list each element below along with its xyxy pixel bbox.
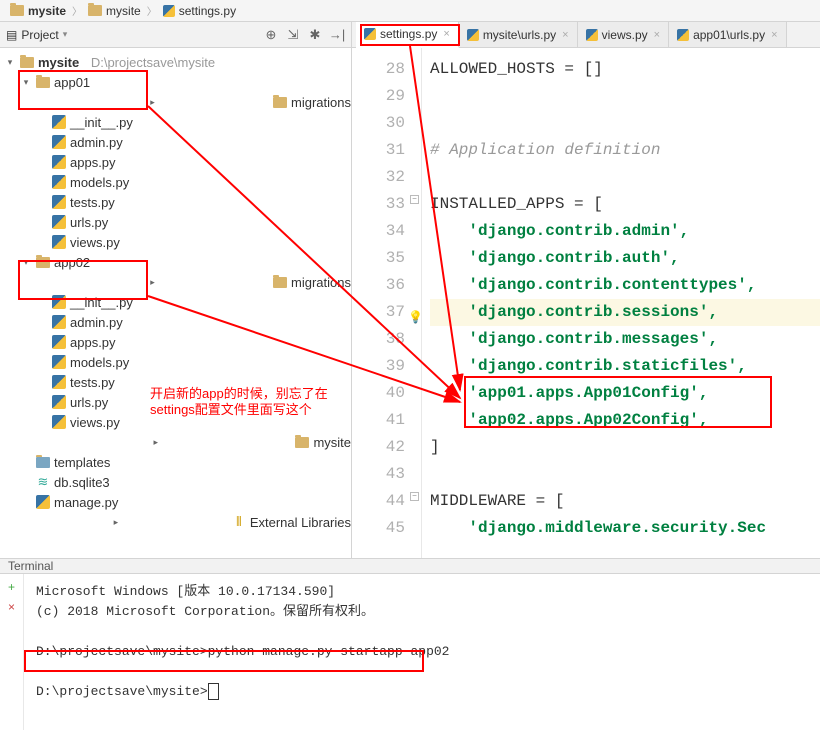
tree-file[interactable]: urls.py	[0, 212, 351, 232]
tree-file[interactable]: tests.py	[0, 372, 351, 392]
tree-file[interactable]: urls.py	[0, 392, 351, 412]
close-icon[interactable]: ×	[443, 28, 449, 40]
tab-app01-urls[interactable]: app01\urls.py×	[669, 22, 786, 47]
code-editor[interactable]: 282930313233343536373839404142434445 − −…	[352, 48, 820, 558]
tree-file[interactable]: apps.py	[0, 152, 351, 172]
python-icon	[586, 29, 598, 41]
terminal-line: (c) 2018 Microsoft Corporation。保留所有权利。	[36, 604, 374, 619]
editor-tabs: settings.py× mysite\urls.py× views.py× a…	[352, 22, 820, 48]
database-icon: ≋	[36, 475, 50, 489]
tree-migrations[interactable]: migrations	[0, 272, 351, 292]
breadcrumb: mysite mysite settings.py	[0, 0, 820, 22]
terminal-prompt: D:\projectsave\mysite>	[36, 684, 208, 699]
close-icon[interactable]: ×	[8, 600, 15, 614]
scroll-from-source-icon[interactable]: ⊕	[263, 27, 279, 43]
close-icon[interactable]: ×	[562, 29, 568, 41]
terminal-content[interactable]: Microsoft Windows [版本 10.0.17134.590] (c…	[24, 574, 820, 730]
breadcrumb-folder[interactable]: mysite	[84, 4, 145, 18]
tree-root-path: D:\projectsave\mysite	[91, 55, 215, 70]
tree-root[interactable]: mysite	[38, 55, 79, 70]
tree-file[interactable]: apps.py	[0, 332, 351, 352]
tree-db[interactable]: ≋db.sqlite3	[0, 472, 351, 492]
tree-file[interactable]: models.py	[0, 352, 351, 372]
tree-manage[interactable]: manage.py	[0, 492, 351, 512]
tree-file[interactable]: views.py	[0, 232, 351, 252]
fold-icon[interactable]: −	[410, 492, 419, 501]
python-icon	[677, 29, 689, 41]
terminal-line: Microsoft Windows [版本 10.0.17134.590]	[36, 584, 335, 599]
tree-file[interactable]: tests.py	[0, 192, 351, 212]
tree-mysite-pkg[interactable]: mysite	[0, 432, 351, 452]
tree-app01[interactable]: app01	[0, 72, 351, 92]
python-icon	[364, 28, 376, 40]
folder-icon	[20, 57, 34, 68]
terminal-header[interactable]: Terminal	[0, 559, 820, 574]
terminal-command: D:\projectsave\mysite>python manage.py s…	[36, 644, 449, 659]
breadcrumb-file[interactable]: settings.py	[159, 4, 240, 18]
breadcrumb-root[interactable]: mysite	[6, 4, 70, 18]
code-area[interactable]: ALLOWED_HOSTS = [] # Application definit…	[422, 48, 820, 558]
bulb-icon[interactable]: 💡	[408, 305, 423, 332]
tree-file[interactable]: __init__.py	[0, 112, 351, 132]
project-panel: ▤ Project ▾ ⊕ ⇲ ✱ →| mysite D:\projectsa…	[0, 22, 352, 558]
line-gutter: 282930313233343536373839404142434445 − −	[352, 48, 422, 558]
library-icon: ⫴	[232, 515, 246, 529]
terminal-panel: Terminal + × Microsoft Windows [版本 10.0.…	[0, 558, 820, 724]
tab-settings[interactable]: settings.py×	[356, 22, 459, 48]
tree-file[interactable]: models.py	[0, 172, 351, 192]
folder-icon	[10, 5, 24, 16]
plus-icon[interactable]: +	[8, 580, 15, 594]
project-header: ▤ Project ▾ ⊕ ⇲ ✱ →|	[0, 22, 351, 48]
tab-views[interactable]: views.py×	[578, 22, 669, 47]
project-tree[interactable]: mysite D:\projectsave\mysite app01 migra…	[0, 48, 351, 558]
python-icon	[467, 29, 479, 41]
editor-panel: settings.py× mysite\urls.py× views.py× a…	[352, 22, 820, 558]
close-icon[interactable]: ×	[771, 29, 777, 41]
hide-icon[interactable]: →|	[329, 27, 345, 43]
project-icon: ▤	[6, 28, 17, 42]
python-icon	[163, 5, 175, 17]
folder-icon	[88, 5, 102, 16]
fold-icon[interactable]: −	[410, 195, 419, 204]
collapse-all-icon[interactable]: ⇲	[285, 27, 301, 43]
tree-migrations[interactable]: migrations	[0, 92, 351, 112]
project-title: Project	[21, 28, 58, 42]
tree-file[interactable]: admin.py	[0, 312, 351, 332]
close-icon[interactable]: ×	[654, 29, 660, 41]
tree-file[interactable]: admin.py	[0, 132, 351, 152]
tree-file[interactable]: views.py	[0, 412, 351, 432]
tree-external[interactable]: ⫴External Libraries	[0, 512, 351, 532]
tab-mysite-urls[interactable]: mysite\urls.py×	[459, 22, 578, 47]
tree-file[interactable]: __init__.py	[0, 292, 351, 312]
tree-templates[interactable]: templates	[0, 452, 351, 472]
settings-icon[interactable]: ✱	[307, 27, 323, 43]
tree-app02[interactable]: app02	[0, 252, 351, 272]
terminal-side-toolbar: + ×	[0, 574, 24, 730]
